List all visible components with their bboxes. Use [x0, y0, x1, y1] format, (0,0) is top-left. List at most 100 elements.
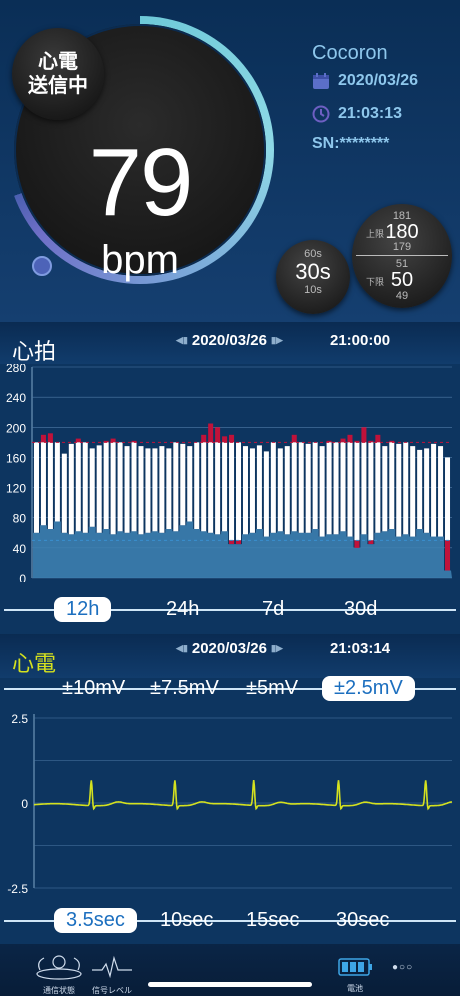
ecg-chart: 2.5 0 -2.5 [7, 712, 453, 896]
heart-rate-chart: 0 40 80 120 160 200 240 280 [0, 364, 460, 582]
bar-over-limit [347, 434, 353, 443]
bar [138, 446, 144, 535]
tab-12h[interactable]: 12h [54, 597, 112, 622]
home-indicator[interactable] [148, 982, 312, 987]
bar [417, 449, 423, 530]
bar [361, 442, 367, 535]
bar-under-limit [368, 540, 374, 545]
ecg-time: 21:03:14 [330, 640, 391, 657]
bar-over-limit [375, 434, 381, 443]
duration-3-5sec[interactable]: 3.5sec [54, 908, 137, 933]
bar [263, 451, 269, 537]
bar [194, 442, 200, 530]
heart-rate-tabs: 12h 24h 7d 30d [0, 596, 460, 624]
y-tick-label: 2.5 [11, 712, 28, 726]
comm-status-item[interactable]: 通信状態 [32, 952, 86, 996]
interval-below: 10s [304, 284, 322, 296]
bar [145, 448, 151, 533]
bar [249, 448, 255, 533]
bar [326, 442, 332, 535]
ecg-y-ticks: 2.5 0 -2.5 [7, 712, 28, 896]
bar [54, 442, 60, 522]
bar [33, 442, 39, 533]
upper-limit-label: 上限 [366, 229, 385, 239]
bar [256, 445, 262, 530]
bar [61, 453, 67, 533]
bar [242, 446, 248, 535]
scale-10mv[interactable]: ±10mV [62, 677, 125, 700]
signal-level-item[interactable]: 信号レベル [92, 954, 132, 996]
tab-24h[interactable]: 24h [166, 598, 199, 621]
limit-dial[interactable]: 181 上限 180 179 51 下限 50 49 [352, 204, 452, 308]
ecg-date-nav[interactable]: ◀▮ 2020/03/26 ▮▶ [176, 640, 283, 657]
lower-limit-value: 50 [390, 269, 414, 291]
bar [354, 442, 360, 541]
bar [180, 443, 186, 526]
page-dots-icon[interactable]: ●○○ [392, 962, 413, 973]
bar [347, 442, 353, 537]
bar [340, 442, 346, 532]
y-tick-label: 120 [6, 482, 26, 496]
scale-7-5mv[interactable]: ±7.5mV [150, 677, 219, 700]
bar [305, 443, 311, 533]
bar [82, 442, 88, 533]
bar-over-limit [215, 427, 221, 443]
bar-over-limit [47, 433, 53, 443]
bar [159, 446, 165, 533]
scale-5mv[interactable]: ±5mV [246, 677, 298, 700]
battery-item[interactable]: 電池 [336, 956, 374, 994]
y-tick-label: 240 [6, 391, 26, 405]
bar [445, 457, 451, 541]
bar [277, 448, 283, 532]
duration-30sec[interactable]: 30sec [336, 909, 389, 932]
heart-rate-title: 心拍 [12, 339, 57, 364]
scale-2-5mv[interactable]: ±2.5mV [322, 676, 415, 701]
tab-30d[interactable]: 30d [344, 598, 377, 621]
next-arrow-icon[interactable]: ▮▶ [271, 335, 283, 346]
interval-dial[interactable]: 60s 30s 10s [276, 240, 350, 314]
bar [382, 446, 388, 532]
bar [117, 442, 123, 532]
bar [124, 446, 130, 533]
y-tick-label: -2.5 [7, 882, 28, 896]
bar [222, 442, 228, 532]
y-tick-label: 0 [19, 572, 26, 582]
bar [438, 446, 444, 537]
y-tick-label: 160 [6, 451, 26, 465]
bar [187, 446, 193, 522]
device-time: 21:03:13 [312, 105, 402, 123]
bar [312, 442, 318, 530]
y-tick-label: 80 [13, 512, 27, 526]
bar [68, 443, 74, 535]
heart-rate-time: 21:00:00 [330, 332, 391, 349]
sending-line1: 心電 [38, 51, 78, 73]
lower-limit-below: 49 [395, 290, 409, 302]
bar-over-limit [361, 427, 367, 443]
duration-15sec[interactable]: 15sec [246, 909, 299, 932]
ecg-trace [34, 780, 453, 811]
bar-over-limit [208, 423, 214, 443]
bar [298, 442, 304, 533]
duration-10sec[interactable]: 10sec [160, 909, 213, 932]
bar [40, 442, 46, 526]
brand-name: Cocoron [312, 42, 388, 64]
bar [375, 442, 381, 533]
prev-arrow-icon[interactable]: ◀▮ [176, 335, 188, 346]
bar-under-limit [354, 540, 360, 548]
tab-7d[interactable]: 7d [262, 598, 284, 621]
bar [110, 442, 116, 535]
next-arrow-icon[interactable]: ▮▶ [271, 643, 283, 654]
bar [270, 442, 276, 533]
communication-icon [36, 955, 82, 980]
heart-rate-date-nav[interactable]: ◀▮ 2020/03/26 ▮▶ [176, 332, 283, 349]
prev-arrow-icon[interactable]: ◀▮ [176, 643, 188, 654]
ecg-scale-tabs: ±10mV ±7.5mV ±5mV ±2.5mV [0, 674, 460, 702]
bar [229, 442, 235, 541]
bar-over-limit [75, 438, 81, 443]
clock-icon [312, 105, 330, 123]
bar [47, 442, 53, 530]
upper-limit-value: 180 [385, 221, 419, 243]
y-tick-label: 200 [6, 421, 26, 435]
ecg-date: 2020/03/26 [191, 640, 267, 657]
device-time-text: 21:03:13 [338, 105, 403, 122]
